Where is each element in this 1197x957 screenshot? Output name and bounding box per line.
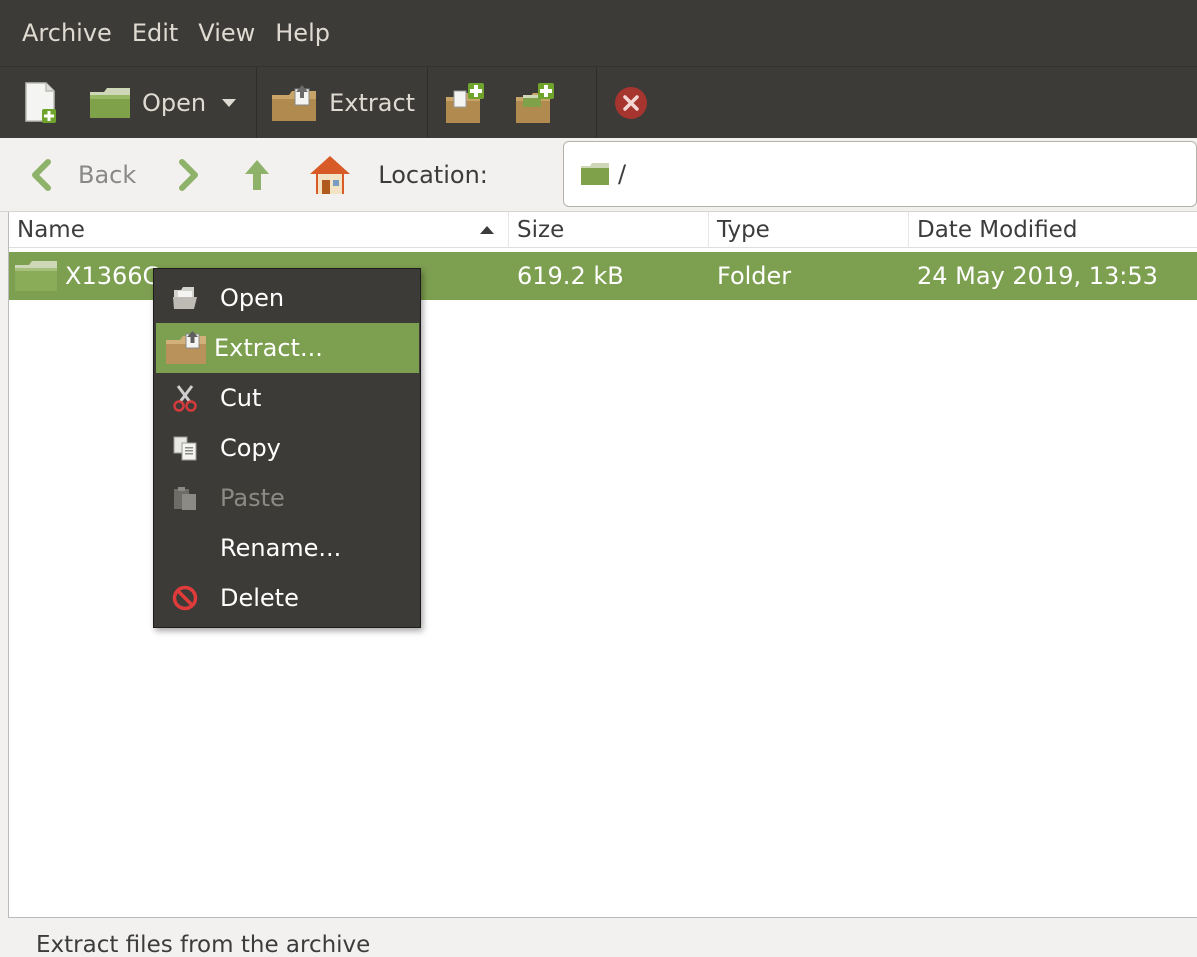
add-folder-button[interactable] [514, 81, 558, 125]
paste-icon [170, 483, 200, 513]
blank-icon [170, 533, 200, 563]
toolbar: Open Extract [0, 66, 1197, 139]
open-folder-icon [170, 283, 200, 313]
scissors-icon [170, 383, 200, 413]
arrow-up-icon [245, 159, 270, 190]
column-header-label: Date Modified [917, 217, 1078, 243]
extract-icon [272, 84, 317, 121]
status-bar: Extract files from the archive [0, 918, 1197, 957]
folder-icon [15, 261, 57, 291]
context-menu-delete[interactable]: Delete [154, 573, 420, 623]
column-header-label: Type [717, 217, 770, 243]
context-menu-label: Open [220, 284, 285, 312]
location-path: / [618, 160, 627, 188]
forward-button[interactable] [178, 158, 200, 191]
add-files-icon [446, 82, 485, 123]
new-archive-icon [25, 81, 56, 123]
menu-help[interactable]: Help [275, 0, 330, 66]
open-dropdown-button[interactable] [220, 97, 238, 109]
back-button[interactable]: Back [30, 158, 137, 191]
copy-icon [170, 433, 200, 463]
context-menu-label: Delete [220, 584, 299, 612]
column-headers: Name Size Type Date Modified [9, 212, 1197, 248]
chevron-left-icon [32, 158, 51, 191]
context-menu-extract[interactable]: Extract... [156, 323, 419, 373]
location-label: Location: [378, 160, 488, 189]
row-size: 619.2 kB [517, 262, 624, 290]
add-folder-icon [516, 82, 555, 123]
context-menu-paste[interactable]: Paste [154, 473, 420, 523]
column-header-size[interactable]: Size [509, 212, 709, 248]
extract-button[interactable]: Extract [269, 83, 415, 123]
context-menu-copy[interactable]: Copy [154, 423, 420, 473]
folder-icon [90, 87, 130, 118]
location-field[interactable]: / [563, 141, 1197, 207]
row-name: X1366C [65, 262, 160, 290]
context-menu-label: Extract... [214, 334, 323, 362]
extract-icon [164, 331, 208, 364]
home-button[interactable] [308, 154, 352, 196]
add-files-button[interactable] [444, 81, 488, 125]
open-button[interactable]: Open [88, 86, 206, 120]
menu-view[interactable]: View [198, 0, 255, 66]
row-type: Folder [717, 262, 792, 290]
context-menu-label: Rename... [220, 534, 342, 562]
chevron-down-icon [222, 98, 237, 107]
navigation-bar: Back Location: / [0, 138, 1197, 212]
column-header-name[interactable]: Name [9, 212, 509, 248]
back-label: Back [78, 160, 137, 189]
stop-button[interactable] [613, 85, 649, 121]
sort-ascending-icon [480, 226, 494, 234]
column-header-label: Size [517, 217, 565, 243]
up-button[interactable] [242, 157, 272, 193]
new-archive-button[interactable] [24, 81, 58, 125]
delete-icon [170, 583, 200, 613]
context-menu-label: Cut [220, 384, 262, 412]
menu-bar: Archive Edit View Help [0, 0, 1197, 66]
folder-icon [581, 163, 609, 185]
open-label: Open [142, 88, 207, 117]
home-icon [310, 155, 351, 194]
column-header-type[interactable]: Type [709, 212, 909, 248]
chevron-right-icon [179, 158, 199, 191]
context-menu: Open Extract... Cut Copy Paste Rename...… [153, 268, 421, 628]
context-menu-cut[interactable]: Cut [154, 373, 420, 423]
row-date: 24 May 2019, 13:53 [917, 262, 1158, 290]
extract-label: Extract [329, 88, 416, 117]
stop-icon [615, 86, 648, 119]
context-menu-label: Copy [220, 434, 281, 462]
context-menu-open[interactable]: Open [154, 273, 420, 323]
menu-archive[interactable]: Archive [22, 0, 112, 66]
menu-edit[interactable]: Edit [132, 0, 178, 66]
context-menu-label: Paste [220, 484, 285, 512]
context-menu-rename[interactable]: Rename... [154, 523, 420, 573]
column-header-date-modified[interactable]: Date Modified [909, 212, 1197, 248]
status-text: Extract files from the archive [36, 932, 371, 957]
column-header-label: Name [17, 217, 85, 243]
